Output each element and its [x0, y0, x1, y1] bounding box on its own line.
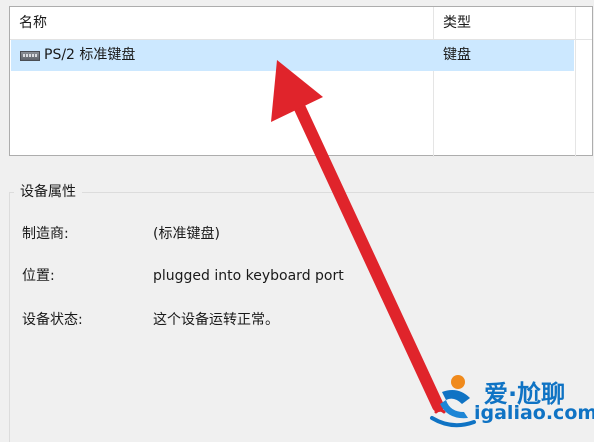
- properties-group-title: 设备属性: [14, 182, 82, 202]
- device-type: 键盘: [443, 47, 471, 63]
- column-divider-right: [575, 7, 576, 157]
- status-value: 这个设备运转正常。: [153, 312, 279, 328]
- status-label: 设备状态:: [22, 312, 83, 328]
- watermark-logo: 爱·尬聊 igaliao.com: [428, 372, 594, 434]
- device-list[interactable]: 名称 类型 PS/2 标准键盘 键盘: [9, 6, 593, 157]
- manufacturer-label: 制造商:: [22, 226, 69, 242]
- watermark-figure-icon: [430, 375, 476, 428]
- watermark-domain: igaliao.com: [474, 402, 594, 424]
- device-row-selected[interactable]: PS/2 标准键盘 键盘: [11, 40, 574, 71]
- manufacturer-value: (标准键盘): [153, 226, 220, 242]
- column-header-type[interactable]: 类型: [434, 7, 575, 39]
- location-label: 位置:: [22, 268, 55, 284]
- device-name: PS/2 标准键盘: [44, 47, 136, 63]
- column-divider[interactable]: [433, 7, 434, 157]
- device-list-header: 名称 类型: [10, 7, 592, 40]
- location-value: plugged into keyboard port: [153, 268, 344, 284]
- keyboard-icon: [20, 51, 40, 61]
- column-header-name[interactable]: 名称: [10, 7, 433, 39]
